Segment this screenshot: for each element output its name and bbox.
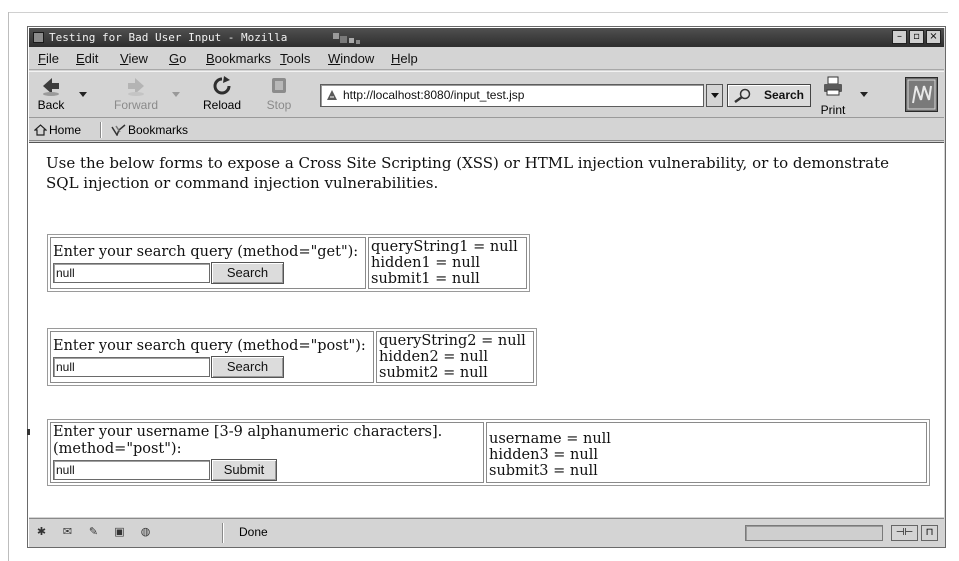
print-button[interactable]: Print (816, 75, 850, 117)
search-button-label: Search (763, 88, 804, 102)
browser-window: Testing for Bad User Input - Mozilla – ▫… (27, 26, 946, 548)
stop-icon (272, 78, 286, 93)
forward-label: Forward (113, 98, 158, 112)
navigation-toolbar: Back Forward Reload Stop http://localhos… (29, 71, 944, 118)
hidden-2-value: hidden2 = null (379, 349, 489, 365)
menu-bookmarks[interactable]: Bookmarks (206, 48, 271, 70)
get-search-form: Enter your search query (method="get"): … (47, 234, 530, 292)
username-form-cell: Enter your username [3-9 alphanumeric ch… (50, 422, 484, 483)
stop-button[interactable]: Stop (261, 75, 297, 115)
username-value: username = null (489, 431, 611, 447)
intro-text: Use the below forms to expose a Cross Si… (46, 154, 890, 192)
username-input[interactable]: null (53, 460, 210, 480)
mail-icon[interactable]: ✉ (59, 525, 76, 539)
home-icon (33, 124, 48, 136)
menu-view[interactable]: View (120, 48, 148, 70)
reload-icon (213, 76, 231, 95)
search-button[interactable]: Search (727, 84, 811, 107)
search-icon (734, 88, 751, 104)
print-options-dropdown[interactable] (860, 92, 868, 97)
back-button[interactable]: Back (31, 75, 71, 115)
window-menu-icon[interactable] (33, 32, 44, 43)
get-search-form-cell: Enter your search query (method="get"): … (50, 237, 366, 289)
status-bar: ✱ ✉ ✎ ▣ ◍ Done ⊣⊢ ⊓ (29, 518, 944, 546)
username-prompt-line-2: (method="post"): (53, 441, 182, 457)
mozilla-logo-icon (333, 33, 360, 44)
menu-window[interactable]: Window (328, 48, 374, 70)
url-text: http://localhost:8080/input_test.jsp (343, 88, 525, 102)
username-prompt-line-1: Enter your username [3-9 alphanumeric ch… (53, 424, 443, 440)
title-bar[interactable]: Testing for Bad User Input - Mozilla – ▫… (29, 28, 944, 47)
bookmarks-button[interactable]: Bookmarks (111, 119, 188, 141)
forward-button[interactable]: Forward (107, 75, 165, 115)
status-separator (222, 523, 224, 543)
bookmarks-label: Bookmarks (128, 123, 189, 137)
forward-history-dropdown[interactable] (172, 92, 180, 97)
sidebar-grippy[interactable] (27, 429, 30, 435)
status-text: Done (239, 525, 268, 539)
page-proxy-icon (327, 90, 337, 100)
back-arrow-icon (43, 78, 59, 96)
menu-edit[interactable]: Edit (76, 48, 98, 70)
get-search-results: queryString1 = null hidden1 = null submi… (368, 237, 527, 289)
home-label: Home (49, 123, 82, 137)
menu-help[interactable]: Help (391, 48, 418, 70)
minimize-button[interactable]: – (892, 30, 907, 44)
maximize-button[interactable]: ▫ (909, 30, 924, 44)
composer-icon[interactable]: ✎ (85, 525, 102, 539)
toolbar-separator (100, 122, 101, 138)
page-border-top (8, 12, 948, 13)
irc-chat-icon[interactable]: ◍ (137, 525, 154, 539)
online-status-icon[interactable]: ⊣⊢ (891, 525, 918, 541)
component-bar: ✱ ✉ ✎ ▣ ◍ (33, 525, 154, 539)
query-string-1-value: queryString1 = null (371, 239, 518, 255)
hidden-1-value: hidden1 = null (371, 255, 481, 271)
forward-arrow-icon (128, 78, 144, 96)
reload-label: Reload (202, 98, 242, 112)
post-search-form-cell: Enter your search query (method="post"):… (50, 331, 374, 383)
get-search-submit-button[interactable]: Search (211, 262, 284, 284)
page-border-left (8, 12, 9, 561)
get-search-input[interactable]: null (53, 263, 210, 283)
username-form: Enter your username [3-9 alphanumeric ch… (47, 419, 930, 486)
url-history-dropdown[interactable] (706, 84, 723, 107)
username-submit-button[interactable]: Submit (211, 459, 277, 481)
get-search-prompt: Enter your search query (method="get"): (53, 244, 359, 260)
printer-icon (824, 76, 842, 96)
query-string-2-value: queryString2 = null (379, 333, 526, 349)
post-search-prompt: Enter your search query (method="post"): (53, 338, 366, 354)
submit-3-value: submit3 = null (489, 463, 598, 479)
page-content: Use the below forms to expose a Cross Si… (29, 142, 944, 517)
close-button[interactable]: × (926, 30, 941, 44)
reload-button[interactable]: Reload (197, 75, 247, 115)
personal-toolbar: Home Bookmarks (29, 119, 944, 141)
stop-label: Stop (266, 98, 292, 112)
menu-go[interactable]: Go (169, 48, 186, 70)
navigator-icon[interactable]: ✱ (33, 525, 50, 539)
post-search-input[interactable]: null (53, 357, 210, 377)
hidden-3-value: hidden3 = null (489, 447, 599, 463)
menu-bar: File Edit View Go Bookmarks Tools Window… (29, 48, 944, 70)
post-search-submit-button[interactable]: Search (211, 356, 284, 378)
back-history-dropdown[interactable] (79, 92, 87, 97)
username-results: username = null hidden3 = null submit3 =… (486, 422, 927, 483)
menu-tools[interactable]: Tools (280, 48, 310, 70)
menu-file[interactable]: File (38, 48, 59, 70)
address-book-icon[interactable]: ▣ (111, 525, 128, 539)
home-button[interactable]: Home (33, 119, 82, 141)
submit-2-value: submit2 = null (379, 365, 488, 381)
back-label: Back (37, 98, 65, 112)
post-search-form: Enter your search query (method="post"):… (47, 328, 537, 386)
bookmarks-icon (111, 124, 126, 137)
mozilla-throbber-icon (907, 79, 936, 110)
window-title: Testing for Bad User Input - Mozilla (49, 31, 288, 44)
progress-meter (745, 525, 883, 541)
post-search-results: queryString2 = null hidden2 = null submi… (376, 331, 534, 383)
url-field[interactable]: http://localhost:8080/input_test.jsp (320, 84, 704, 107)
submit-1-value: submit1 = null (371, 271, 480, 287)
throbber-logo[interactable] (905, 77, 938, 112)
security-lock-icon[interactable]: ⊓ (921, 525, 938, 541)
print-label: Print (820, 103, 846, 117)
